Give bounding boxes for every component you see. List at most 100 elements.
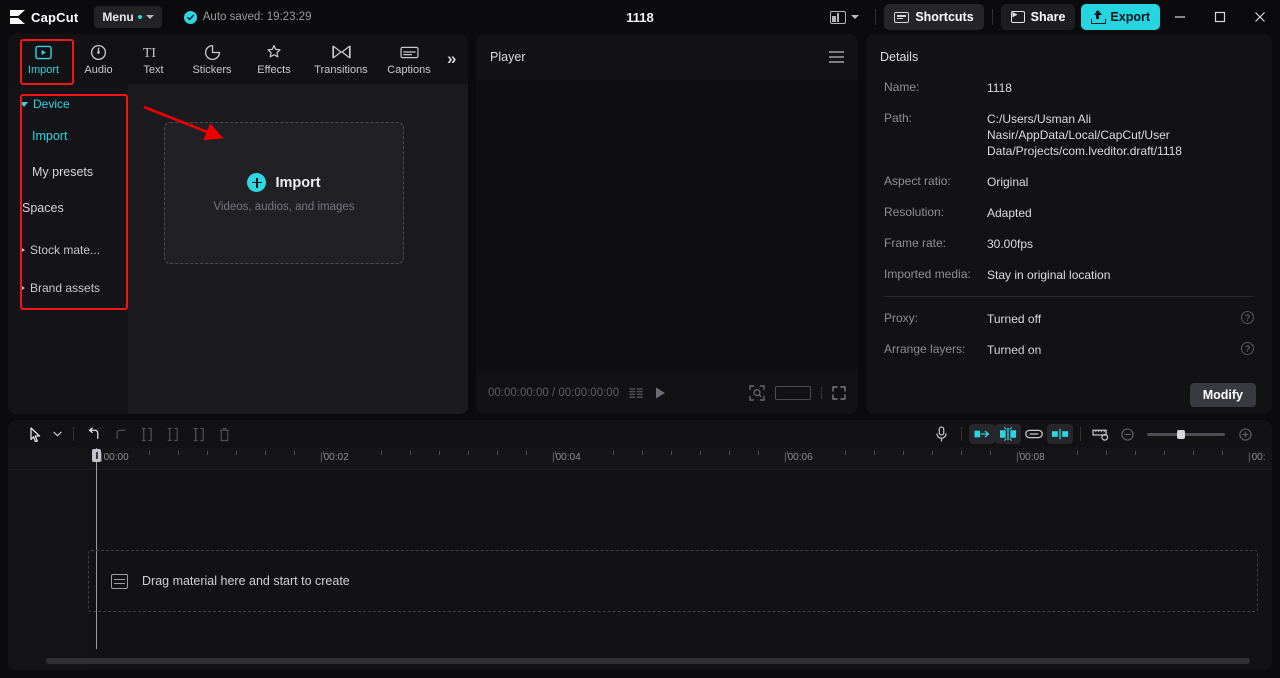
modify-button[interactable]: Modify [1189,383,1256,407]
menu-button[interactable]: Menu [94,6,162,28]
mirror-split-icon[interactable] [1047,424,1073,444]
detail-value: Original [987,175,1029,189]
top-panels: Import Audio TI Text Stickers Effects Tr… [8,34,1272,414]
cursor-dropdown-icon[interactable] [48,423,66,445]
capcut-window: CapCut Menu Auto saved: 19:23:29 1118 Sh… [0,0,1280,678]
tab-captions[interactable]: Captions [377,37,441,81]
divider [875,9,877,25]
details-title: Details [880,50,919,64]
tab-strip: Import Audio TI Text Stickers Effects Tr… [8,34,468,84]
more-tabs-button[interactable]: » [447,49,456,69]
menu-notification-dot [137,15,142,19]
track-strip-icon [111,573,128,589]
fullscreen-icon[interactable] [832,386,846,400]
shortcuts-button[interactable]: Shortcuts [884,4,984,30]
ruler-label: 00:02 [320,452,349,463]
sidebar-group-stock-materials[interactable]: Stock mate... [8,236,128,264]
auto-cut-icon[interactable] [969,424,995,444]
sidebar-group-label: Stock mate... [30,243,101,257]
quality-bars-icon[interactable] [629,387,644,400]
hamburger-icon[interactable] [829,51,844,63]
measure-icon[interactable] [1088,424,1114,444]
zoom-slider-handle[interactable] [1177,429,1185,439]
minimize-button[interactable] [1160,0,1200,34]
tab-text[interactable]: TI Text [126,37,181,81]
tab-label: Captions [387,63,431,76]
player-stage[interactable] [476,80,858,372]
sidebar-group-brand-assets[interactable]: Brand assets [8,274,128,302]
svg-text:TI: TI [143,45,156,60]
panel-layout-icon [830,10,847,24]
sidebar-item-import[interactable]: Import [8,118,128,154]
export-button[interactable]: Export [1081,4,1160,30]
close-button[interactable] [1240,0,1280,34]
play-icon[interactable] [654,386,667,400]
delete-icon[interactable] [211,423,237,445]
captions-icon [399,43,419,62]
tab-effects[interactable]: Effects [243,37,305,81]
detail-label: Aspect ratio: [884,174,951,188]
tab-transitions[interactable]: Transitions [305,37,377,81]
help-icon[interactable]: ? [1241,311,1254,324]
shortcuts-label: Shortcuts [915,10,974,24]
maximize-button[interactable] [1200,0,1240,34]
autosave-text: Auto saved: 19:23:29 [202,11,312,23]
trim-right-icon[interactable] [185,423,211,445]
panel-layout-button[interactable] [822,5,867,29]
detail-value: 1118 [987,81,1012,95]
timeline-right-tools [928,420,1258,448]
timeline-body: Drag material here and start to create [8,470,1272,670]
aspect-ratio-icon[interactable] [775,386,811,400]
ruler-label: 00:06 [784,452,813,463]
timeline-ruler[interactable]: 00:00 00:02 00:04 00:06 00:08 00: [8,448,1272,649]
redo-icon[interactable] [107,423,133,445]
import-dropzone[interactable]: Import Videos, audios, and images [164,122,404,264]
tab-label: Text [143,63,164,76]
trim-left-icon[interactable] [159,423,185,445]
chevron-down-icon [145,15,154,19]
detail-row-proxy[interactable]: Proxy: Turned off ? [884,311,1254,327]
detail-row-path: Path: C:/Users/Usman Ali Nasir/AppData/L… [884,111,1254,159]
ruler-label: 00: [1248,452,1266,463]
export-upload-icon [1091,9,1107,24]
select-cursor-icon[interactable] [22,423,48,445]
timeline-horizontal-scrollbar[interactable] [46,658,1250,664]
sidebar-group-label: Brand assets [30,281,101,295]
tab-import[interactable]: Import [16,37,71,81]
tab-label: Effects [257,63,291,76]
sidebar-item-my-presets[interactable]: My presets [8,154,128,190]
zoom-slider[interactable] [1147,429,1225,439]
tab-stickers[interactable]: Stickers [181,37,243,81]
player-header: Player [476,34,858,80]
microphone-icon[interactable] [928,424,954,444]
capcut-logo-icon [10,10,25,24]
media-sidebar: Device Import My presets Spaces Stock ma [8,84,128,414]
detail-label: Path: [884,111,913,125]
divider [1080,427,1081,441]
sidebar-group-device[interactable]: Device [8,90,128,118]
effects-sparkle-icon [265,43,283,62]
tab-audio[interactable]: Audio [71,37,126,81]
link-icon[interactable] [1021,424,1047,444]
sidebar-group-label: Device [33,97,70,111]
empty-track-dropzone[interactable]: Drag material here and start to create [88,550,1258,612]
track-gutter [8,470,88,670]
playhead-handle[interactable] [92,449,101,462]
zoom-in-icon[interactable] [1232,424,1258,444]
speed-ramp-icon[interactable] [995,424,1021,444]
timeline-toolbar [8,420,1272,448]
timeline-panel: 00:00 00:02 00:04 00:06 00:08 00: [8,420,1272,670]
player-panel: Player 00:00:00:00 / 00:00:00:00 [476,34,858,414]
media-body: Device Import My presets Spaces Stock ma [8,84,468,414]
share-button[interactable]: Share [1000,4,1076,30]
fade-overlay [866,350,1272,376]
detail-row-imported-media: Imported media: Stay in original locatio… [884,267,1254,283]
title-bar: CapCut Menu Auto saved: 19:23:29 1118 Sh… [0,0,1280,34]
plus-circle-icon [247,173,267,192]
zoom-out-icon[interactable] [1114,424,1140,444]
undo-icon[interactable] [81,423,107,445]
sidebar-item-spaces[interactable]: Spaces [8,190,128,226]
crop-focus-icon[interactable] [749,385,765,401]
split-icon[interactable] [133,423,159,445]
